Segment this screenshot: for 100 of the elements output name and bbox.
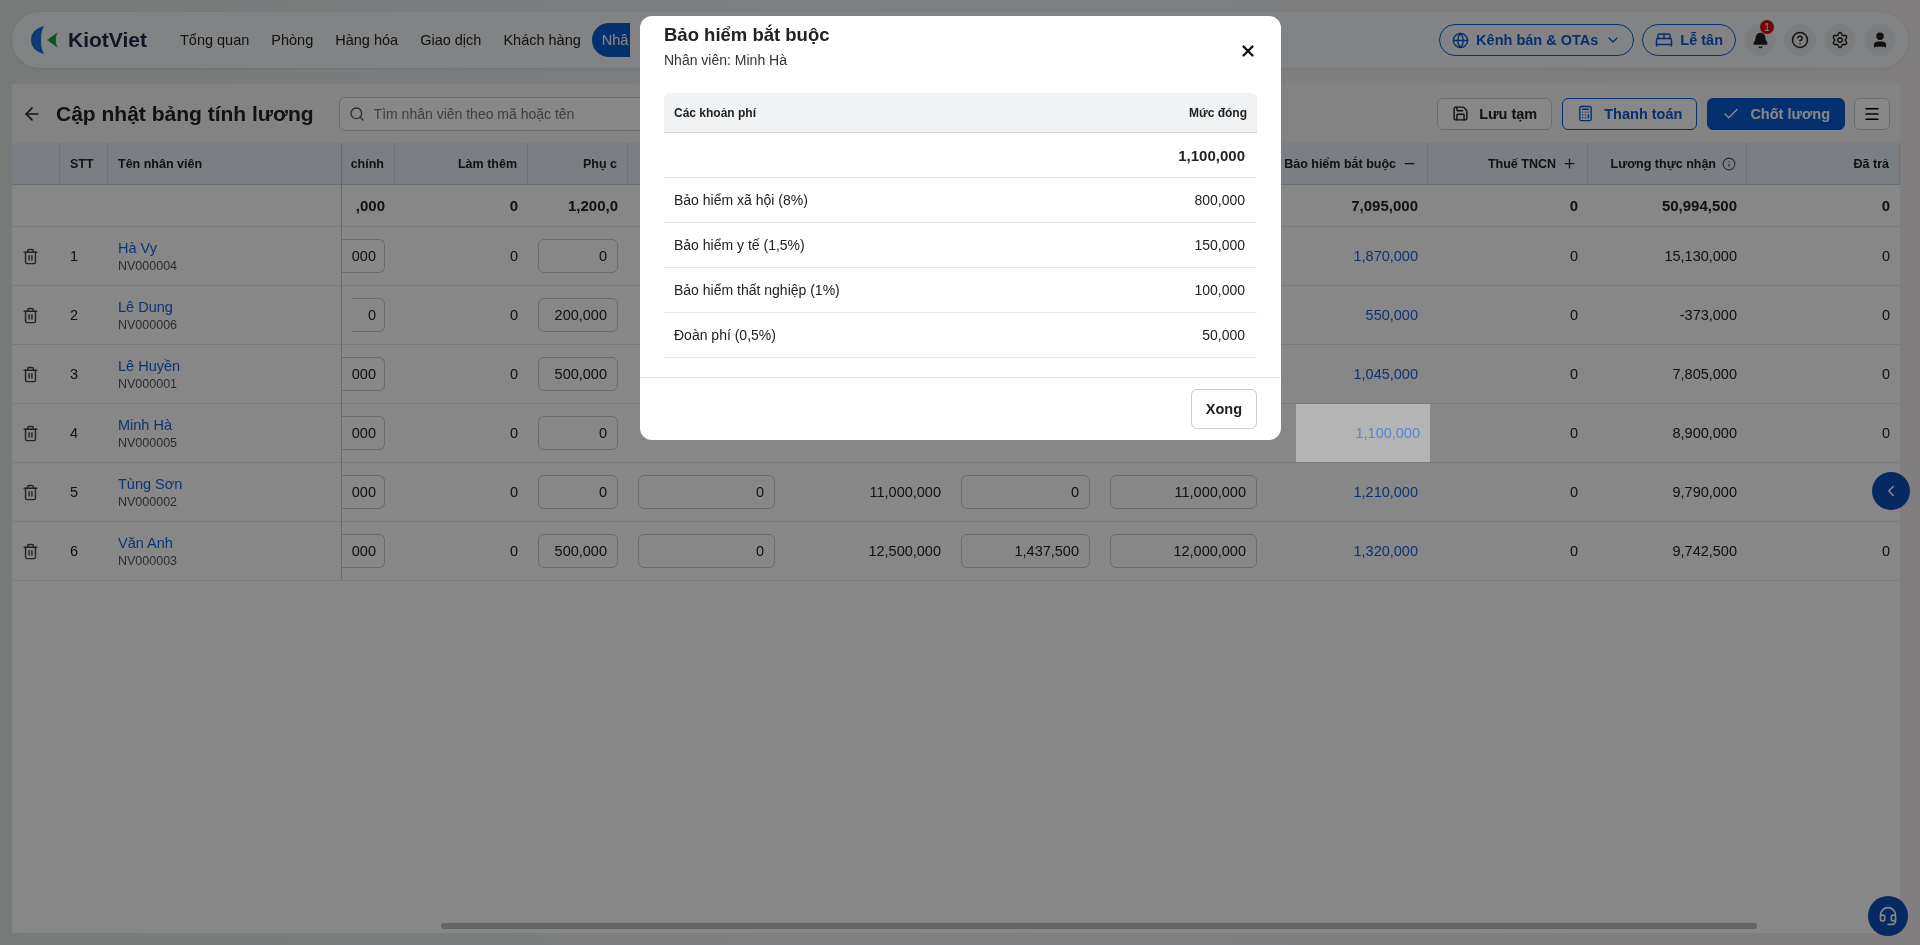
employee-code: NV000002 [118,494,179,509]
employee-name-link[interactable]: Lê Dung [118,298,178,315]
employee-code: NV000004 [118,258,178,273]
globe-icon [1452,31,1470,49]
headset-icon [1878,906,1898,926]
employee-name-link[interactable]: Văn Anh [118,534,178,551]
amount-text: 0 [509,366,518,382]
amount-field[interactable]: 500,000 [538,357,618,391]
insurance-amount-link[interactable]: 1,870,000 [1353,248,1418,264]
bed-icon [1655,31,1674,49]
total-amount: 0 [509,197,518,214]
column-header: Làm thêm [457,156,517,171]
close-icon [1239,42,1257,60]
delete-icon[interactable] [22,365,39,383]
amount-field[interactable]: 000 [341,475,385,509]
insurance-amount-link[interactable]: 1,320,000 [1353,543,1418,559]
amount-text: 0 [1569,543,1578,559]
confirm-button[interactable]: Chốt lương [1707,97,1845,130]
logo-text: KiotViet [68,28,147,52]
amount-field[interactable]: 0 [538,239,618,273]
delete-icon[interactable] [22,247,39,265]
fee-amount: 50,000 [1202,327,1245,343]
help-icon [1791,31,1809,49]
scrollbar-thumb[interactable] [441,923,1757,929]
amount-field[interactable]: 000 [341,534,385,568]
delete-icon[interactable] [22,542,39,560]
fee-amount: 800,000 [1194,192,1245,208]
amount-text: 0 [1881,543,1890,559]
amount-text: 8,900,000 [1672,425,1737,441]
nav-tab[interactable]: Giao dịch [409,23,493,57]
total-amount: 50,994,500 [1661,197,1737,214]
save-button[interactable]: Lưu tạm [1437,97,1553,130]
pay-button[interactable]: Thanh toán [1562,97,1698,130]
amount-field[interactable]: 0 [538,416,618,450]
nav-tab[interactable]: Hàng hóa [324,23,410,57]
fee-name: Bảo hiểm thất nghiệp (1%) [674,282,840,298]
support-chat-button[interactable] [1868,896,1908,936]
page-title: Cập nhật bảng tính lương [56,101,314,126]
employee-name-link[interactable]: Minh Hà [118,416,178,433]
nav-tab[interactable]: Khách hàng [492,23,592,57]
amount-field[interactable]: 500,000 [538,534,618,568]
employee-name-link[interactable]: Lê Huyền [118,357,181,374]
column-header: Phụ c [582,156,617,171]
amount-field[interactable]: 0 [352,298,385,332]
amount-field[interactable]: 000 [341,357,385,391]
nav-tab[interactable]: Phòng [260,23,325,57]
employee-code: NV000001 [118,376,179,391]
amount-text: 0 [509,425,518,441]
total-amount: 7,095,000 [1351,197,1418,214]
amount-field[interactable]: 200,000 [538,298,618,332]
settings-button[interactable] [1824,24,1856,56]
done-button[interactable]: Xong [1190,389,1257,429]
amount-text: 0 [509,543,518,559]
employee-name-link[interactable]: Tùng Sơn [118,475,183,492]
row-number: 1 [70,248,79,264]
amount-text: 0 [1569,248,1578,264]
plus-icon[interactable] [1562,156,1577,171]
amount-field[interactable]: 0 [961,475,1090,509]
fee-amount: 100,000 [1194,282,1245,298]
employee-name-link[interactable]: Hà Vy [118,239,178,256]
help-button[interactable] [1784,24,1816,56]
amount-field[interactable]: 0 [538,475,618,509]
save-icon [1452,105,1470,122]
insurance-amount-link[interactable]: 1,045,000 [1353,366,1418,382]
insurance-amount-link[interactable]: 550,000 [1365,307,1418,323]
dialog-title: Bảo hiểm bắt buộc [664,24,830,46]
amount-text: 0 [1569,307,1578,323]
account-button[interactable] [1864,24,1896,56]
employee-code: NV000006 [118,317,178,332]
amount-field[interactable]: 000 [341,239,385,273]
amount-text: 0 [509,484,518,500]
amount-field[interactable]: 000 [341,416,385,450]
amount-text: 0 [1569,425,1578,441]
row-number: 3 [70,366,79,382]
column-header: Bảo hiểm bắt buộc [1284,156,1396,171]
delete-icon[interactable] [22,483,39,501]
bell-icon [1751,31,1769,49]
column-header: Thuế TNCN [1487,156,1556,171]
amount-field[interactable]: 1,437,500 [961,534,1090,568]
nav-tab[interactable]: Tổng quan [168,23,261,57]
close-button[interactable] [1239,42,1257,60]
fee-name: Bảo hiểm xã hội (8%) [674,192,808,208]
delete-icon[interactable] [22,424,39,442]
menu-button[interactable] [1854,97,1890,130]
total-amount: 0 [1569,197,1578,214]
row-number: 6 [70,543,79,559]
row-number: 4 [70,425,79,441]
amount-field[interactable]: 0 [638,475,775,509]
insurance-amount-link[interactable]: 1,210,000 [1353,484,1418,500]
delete-icon[interactable] [22,306,39,324]
fee-name: Đoàn phí (0,5%) [674,327,776,343]
employee-code: NV000005 [118,435,178,450]
amount-field[interactable]: 0 [638,534,775,568]
amount-text: 0 [1881,248,1890,264]
amount-field[interactable]: 12,000,000 [1110,534,1257,568]
nav-tab[interactable]: Nhâ [591,23,631,57]
total-amount: 0 [1881,197,1890,214]
total-amount: ,000 [355,197,385,214]
amount-field[interactable]: 11,000,000 [1110,475,1257,509]
amount-text: 9,742,500 [1672,543,1737,559]
